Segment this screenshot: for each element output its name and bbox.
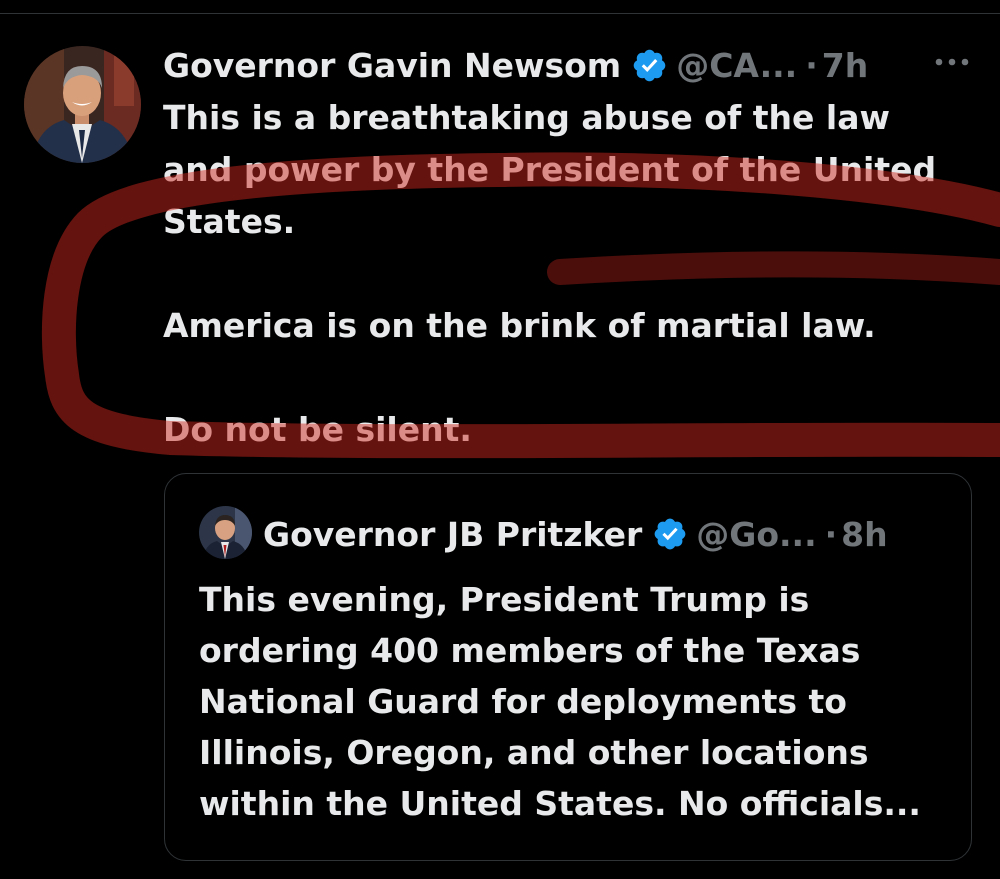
tweet-line: This is a breathtaking abuse of the law	[163, 98, 890, 137]
quoted-author-handle[interactable]: @Go...	[696, 515, 816, 554]
tweet-timestamp[interactable]: 7h	[822, 46, 868, 85]
quoted-tweet-line: This evening, President Trump is	[199, 580, 810, 619]
quoted-tweet-text: This evening, President Trump is orderin…	[199, 574, 959, 829]
quoted-author-avatar[interactable]	[199, 506, 252, 559]
header-separator: ·	[805, 45, 818, 85]
quoted-tweet-line: National Guard for deployments to	[199, 682, 847, 721]
tweet-line: States.	[163, 202, 296, 241]
quoted-tweet-header: Governor JB Pritzker @Go... · 8h	[263, 512, 888, 556]
tweet-line: Do not be silent.	[163, 410, 472, 449]
top-divider	[0, 13, 1000, 14]
verified-badge-icon[interactable]	[631, 47, 668, 84]
quoted-author-display-name[interactable]: Governor JB Pritzker	[263, 515, 642, 554]
tweet-header: Governor Gavin Newsom @CA... · 7h	[163, 43, 868, 87]
author-avatar[interactable]	[24, 46, 141, 163]
tweet-line: America is on the brink of martial law.	[163, 306, 876, 345]
author-handle[interactable]: @CA...	[676, 46, 797, 85]
quoted-tweet-line: ordering 400 members of the Texas	[199, 631, 861, 670]
header-separator: ·	[824, 514, 838, 554]
quoted-tweet-card[interactable]: Governor JB Pritzker @Go... · 8h This ev…	[164, 473, 972, 861]
tweet-text: This is a breathtaking abuse of the law …	[163, 92, 973, 456]
author-display-name[interactable]: Governor Gavin Newsom	[163, 46, 621, 85]
quoted-tweet-line: within the United States. No officials..…	[199, 784, 921, 823]
quoted-tweet-line: Illinois, Oregon, and other locations	[199, 733, 869, 772]
more-horizontal-icon[interactable]	[930, 50, 974, 74]
tweet-line: and power by the President of the United	[163, 150, 937, 189]
quoted-tweet-timestamp[interactable]: 8h	[841, 515, 887, 554]
verified-badge-icon[interactable]	[652, 516, 688, 552]
